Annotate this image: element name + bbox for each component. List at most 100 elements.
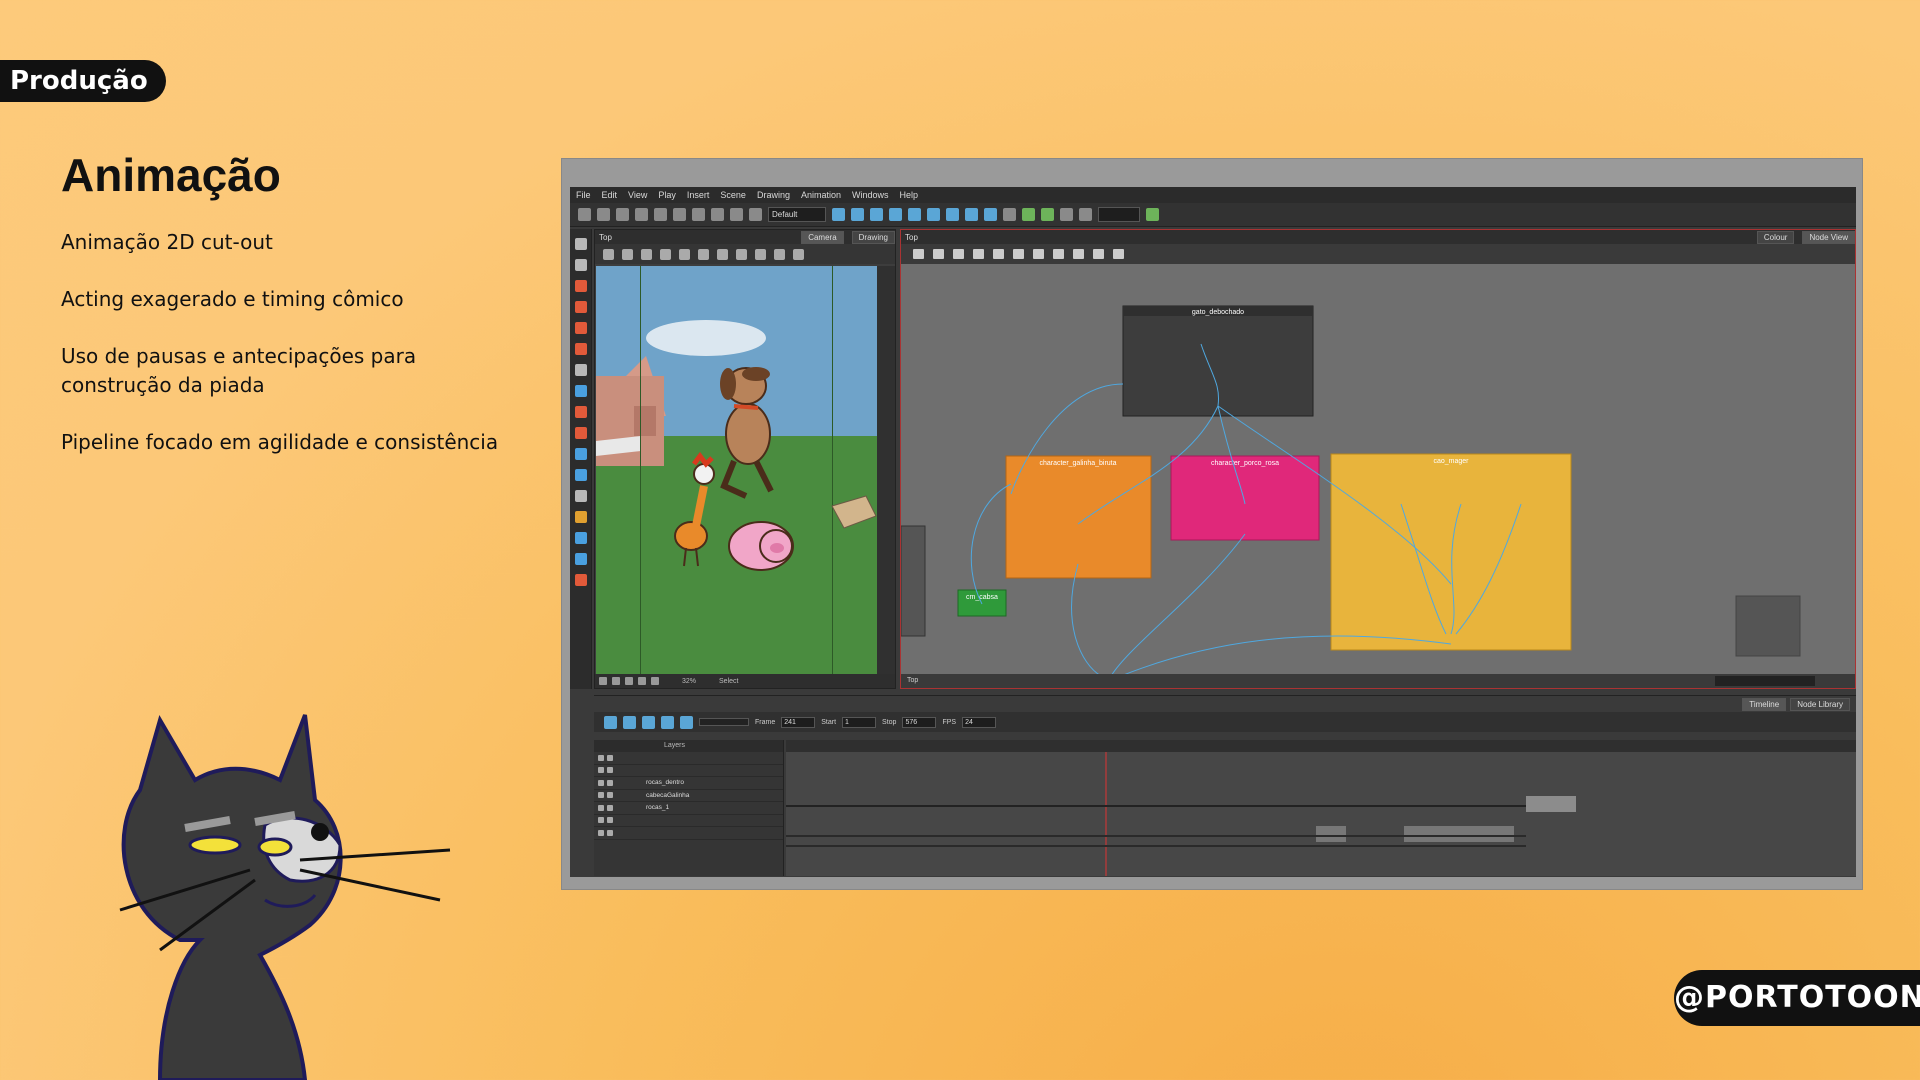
kinematic-icon[interactable]: [984, 208, 997, 221]
brush-tool-icon[interactable]: [574, 280, 587, 292]
transform-tool-icon[interactable]: [574, 511, 587, 523]
tab-camera[interactable]: Camera: [801, 230, 844, 244]
light-icon[interactable]: [599, 677, 607, 685]
tab-timeline[interactable]: Timeline: [1742, 698, 1787, 711]
node-tool-icon[interactable]: [933, 249, 944, 259]
fps-input[interactable]: 24: [962, 716, 997, 728]
new-icon[interactable]: [578, 208, 591, 221]
menu-file[interactable]: File: [576, 190, 591, 200]
tab-colour[interactable]: Colour: [1756, 230, 1795, 244]
open-icon[interactable]: [597, 208, 610, 221]
lock-icon[interactable]: [698, 248, 709, 260]
menu-windows[interactable]: Windows: [852, 190, 889, 200]
deformation-icon[interactable]: [946, 208, 959, 221]
stamp-tool-icon[interactable]: [574, 406, 587, 418]
node-tool-icon[interactable]: [1113, 249, 1124, 259]
node-tool-icon[interactable]: [913, 249, 924, 259]
peg-icon[interactable]: [1022, 208, 1035, 221]
layer-row[interactable]: [594, 815, 783, 827]
pen-icon[interactable]: [755, 248, 766, 260]
node-tool-icon[interactable]: [1033, 249, 1044, 259]
keyframe-icon[interactable]: [1041, 208, 1054, 221]
onion-skin-icon[interactable]: [1060, 208, 1073, 221]
undo-icon[interactable]: [673, 208, 686, 221]
hand-tool-icon[interactable]: [574, 490, 587, 502]
save-as-icon[interactable]: [635, 208, 648, 221]
fill-icon[interactable]: [774, 248, 785, 260]
drawing-pivot-icon[interactable]: [574, 553, 587, 565]
menu-edit[interactable]: Edit: [602, 190, 618, 200]
timeline-frames[interactable]: [786, 740, 1856, 876]
frame-icon[interactable]: [625, 677, 633, 685]
workspace-manager-icon[interactable]: [851, 208, 864, 221]
pencil-tool-icon[interactable]: [574, 301, 587, 313]
layer-row[interactable]: [594, 827, 783, 840]
menu-view[interactable]: View: [628, 190, 647, 200]
node-tool-icon[interactable]: [1073, 249, 1084, 259]
workspace-icon[interactable]: [832, 208, 845, 221]
node-search-input[interactable]: [1715, 676, 1815, 686]
menu-scene[interactable]: Scene: [720, 190, 746, 200]
playback-speed-slider[interactable]: [699, 718, 749, 726]
layer-row[interactable]: cabecaGalinha: [594, 790, 783, 802]
pin-icon[interactable]: [1003, 208, 1016, 221]
render-icon[interactable]: [1146, 208, 1159, 221]
cut-icon[interactable]: [711, 208, 724, 221]
menu-help[interactable]: Help: [900, 190, 919, 200]
stop-input[interactable]: 576: [902, 716, 937, 728]
node-tool-icon[interactable]: [1093, 249, 1104, 259]
shader-tool-icon[interactable]: [574, 469, 587, 481]
paste-icon[interactable]: [749, 208, 762, 221]
safe-area-icon[interactable]: [660, 248, 671, 260]
menu-animation[interactable]: Animation: [801, 190, 841, 200]
import-icon[interactable]: [654, 208, 667, 221]
transform-icon[interactable]: [870, 208, 883, 221]
tab-drawing[interactable]: Drawing: [851, 230, 895, 244]
play-icon[interactable]: [604, 715, 617, 729]
tab-node-library[interactable]: Node Library: [1790, 698, 1850, 711]
node-tool-icon[interactable]: [973, 249, 984, 259]
light-table-icon[interactable]: [1079, 208, 1092, 221]
rectangle-tool-icon[interactable]: [574, 385, 587, 397]
copy-icon[interactable]: [730, 208, 743, 221]
loop-icon[interactable]: [642, 715, 655, 729]
dropper-tool-icon[interactable]: [574, 427, 587, 439]
node-tool-icon[interactable]: [993, 249, 1004, 259]
eraser-tool-icon[interactable]: [574, 343, 587, 355]
bone-icon[interactable]: [965, 208, 978, 221]
prev-frame-icon[interactable]: [661, 715, 674, 729]
menu-drawing[interactable]: Drawing: [757, 190, 790, 200]
node-tool-icon[interactable]: [1013, 249, 1024, 259]
toolbar-dropdown[interactable]: [1098, 207, 1140, 222]
node-tool-icon[interactable]: [953, 249, 964, 259]
play-sound-icon[interactable]: [623, 715, 636, 729]
grid-tool-icon[interactable]: [574, 532, 587, 544]
camera-stage[interactable]: [596, 266, 882, 674]
settings-icon[interactable]: [622, 248, 633, 260]
folder-icon[interactable]: [717, 248, 728, 260]
field-guide-icon[interactable]: [679, 248, 690, 260]
volume-icon[interactable]: [680, 715, 693, 729]
text-tool-icon[interactable]: [574, 364, 587, 376]
select-tool-icon[interactable]: [574, 238, 587, 250]
node-tool-icon[interactable]: [1053, 249, 1064, 259]
frame-input[interactable]: 241: [781, 716, 816, 728]
layer-row[interactable]: rocas_dentro: [594, 777, 783, 790]
mask-icon[interactable]: [651, 677, 659, 685]
rotate-icon[interactable]: [889, 208, 902, 221]
animate-mode-icon[interactable]: [603, 248, 614, 260]
pivot-icon[interactable]: [612, 677, 620, 685]
layer-row[interactable]: rocas_1: [594, 802, 783, 815]
workspace-select[interactable]: Default: [768, 207, 826, 222]
morph-tool-icon[interactable]: [574, 574, 587, 586]
safe-icon[interactable]: [638, 677, 646, 685]
save-icon[interactable]: [616, 208, 629, 221]
layer-row[interactable]: [594, 765, 783, 777]
line-icon[interactable]: [736, 248, 747, 260]
zoom-level[interactable]: 32%: [682, 678, 696, 685]
contour-editor-icon[interactable]: [574, 259, 587, 271]
redo-icon[interactable]: [692, 208, 705, 221]
scale-icon[interactable]: [908, 208, 921, 221]
layer-row[interactable]: [594, 752, 783, 765]
menu-insert[interactable]: Insert: [687, 190, 710, 200]
